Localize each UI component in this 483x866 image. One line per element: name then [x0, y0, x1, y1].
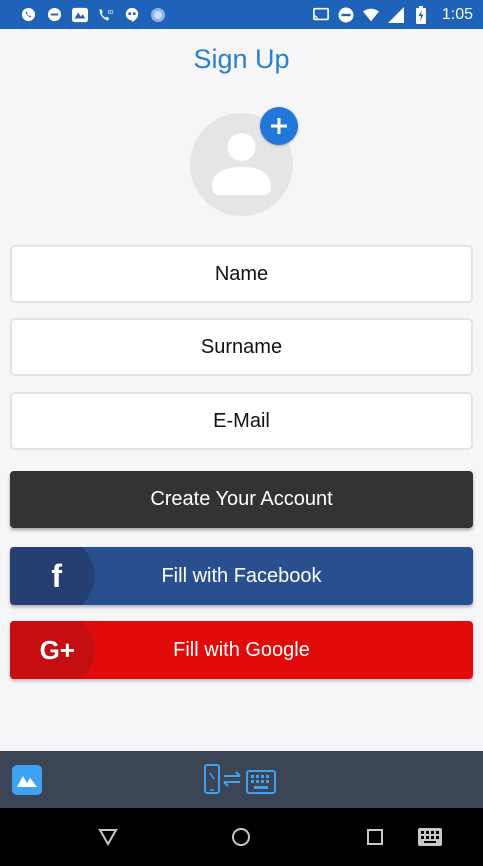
notification-icons: ID	[20, 7, 166, 23]
message-icon	[46, 7, 62, 23]
sync-icon	[150, 7, 166, 23]
android-nav-bar	[0, 808, 483, 866]
home-icon[interactable]	[230, 826, 252, 848]
recents-icon[interactable]	[364, 826, 386, 848]
keyboard-icon[interactable]	[417, 826, 443, 848]
create-account-label: Create Your Account	[150, 488, 333, 510]
google-label: Fill with Google	[173, 638, 310, 661]
email-field[interactable]	[10, 392, 473, 450]
google-plus-icon: G+	[10, 621, 95, 679]
wifi-icon	[362, 7, 379, 23]
do-not-disturb-icon	[338, 7, 354, 23]
svg-text:ID: ID	[108, 10, 114, 16]
mirror-app-bar	[0, 751, 483, 808]
status-time: 1:05	[441, 5, 473, 23]
whatsapp-icon	[20, 7, 36, 23]
fill-with-facebook-button[interactable]: f Fill with Facebook	[10, 547, 473, 605]
signup-screen: Sign Up Create Your Account f Fill with …	[0, 29, 483, 751]
hangouts-icon	[124, 7, 140, 23]
system-icons: 1:05	[312, 5, 473, 24]
signal-icon	[387, 6, 404, 23]
apowermirror-icon	[72, 7, 88, 23]
phone-hd-icon: ID	[98, 7, 114, 23]
back-icon[interactable]	[97, 826, 119, 848]
name-field[interactable]	[10, 245, 473, 303]
add-photo-button[interactable]	[260, 107, 298, 145]
apowermirror-logo-icon[interactable]	[12, 765, 42, 795]
create-account-button[interactable]: Create Your Account	[10, 471, 473, 528]
phone-to-keyboard-icon[interactable]	[203, 763, 279, 802]
page-title: Sign Up	[193, 44, 290, 74]
plus-icon	[271, 118, 287, 134]
battery-charging-icon	[413, 5, 429, 24]
surname-field[interactable]	[10, 318, 473, 376]
facebook-icon: f	[10, 547, 95, 605]
facebook-label: Fill with Facebook	[161, 564, 322, 587]
fill-with-google-button[interactable]: G+ Fill with Google	[10, 621, 473, 679]
cast-icon	[312, 7, 329, 23]
status-bar: ID 1:05	[0, 0, 483, 29]
